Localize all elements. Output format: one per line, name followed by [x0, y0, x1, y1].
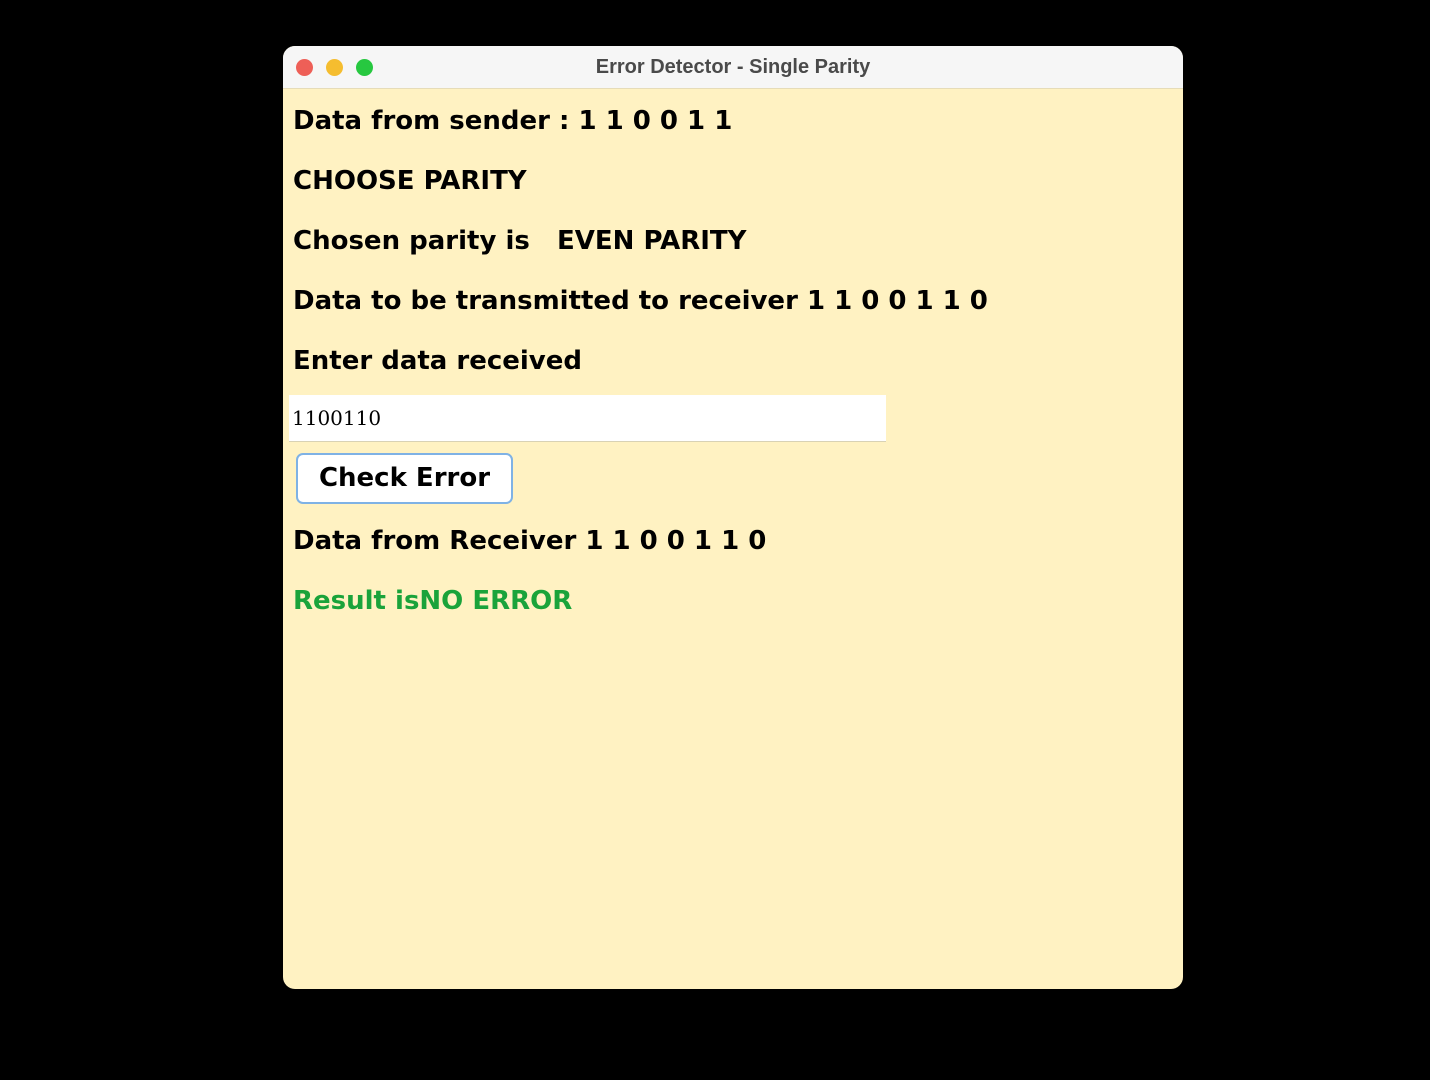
- result-label: Result isNO ERROR: [293, 586, 573, 616]
- chosen-parity-label: Chosen parity is EVEN PARITY: [293, 226, 747, 256]
- title-bar[interactable]: Error Detector - Single Parity: [283, 46, 1183, 89]
- app-window: Error Detector - Single Parity Data from…: [283, 46, 1183, 989]
- enter-data-label: Enter data received: [293, 346, 582, 376]
- choose-parity-heading: CHOOSE PARITY: [293, 166, 527, 196]
- transmitted-data-label: Data to be transmitted to receiver 1 1 0…: [293, 286, 988, 316]
- check-error-button[interactable]: Check Error: [296, 453, 513, 504]
- receiver-data-label: Data from Receiver 1 1 0 0 1 1 0: [293, 526, 767, 556]
- sender-data-label: Data from sender : 1 1 0 0 1 1: [293, 106, 733, 136]
- received-data-input[interactable]: [289, 395, 886, 442]
- window-title: Error Detector - Single Parity: [595, 56, 871, 78]
